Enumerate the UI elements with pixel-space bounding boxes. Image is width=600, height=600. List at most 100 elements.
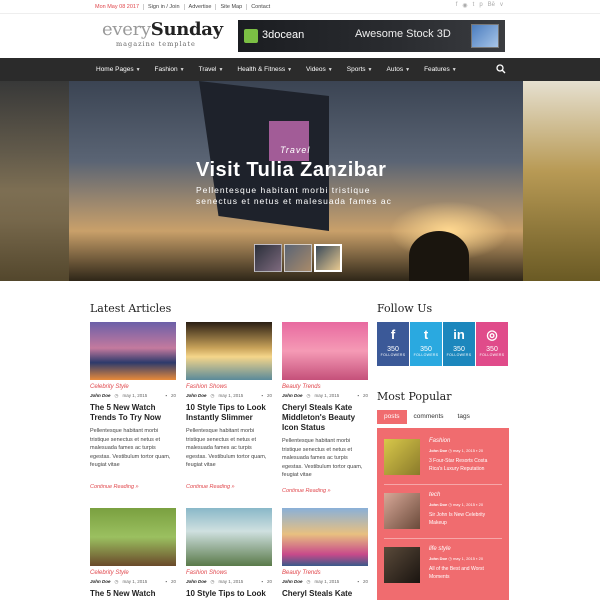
chevron-down-icon: ▼ [218, 67, 224, 73]
article-card[interactable]: Fashion Shows John Doe ◷ may 1, 2015 ▪ 20 10… [186, 322, 272, 490]
article-date: may 1, 2015 [314, 579, 340, 584]
article-author[interactable]: John Doe [90, 579, 111, 585]
chevron-down-icon: ▼ [405, 67, 411, 73]
article-title[interactable]: Cheryl Steals Kate [282, 589, 368, 599]
nav-home-pages[interactable]: Home Pages ▼ [96, 66, 141, 73]
social-icons: f ◉ t p Bē v [456, 2, 503, 9]
article-meta: John Doe ◷ may 1, 2015 ▪ 20 [186, 393, 272, 399]
search-icon[interactable] [496, 64, 506, 74]
article-category[interactable]: Beauty Trends [282, 570, 368, 576]
article-author[interactable]: John Doe [282, 393, 303, 399]
article-image[interactable] [282, 322, 368, 380]
nav-health-fitness[interactable]: Health & Fitness ▼ [237, 66, 292, 73]
nav-label: Fashion [154, 66, 178, 73]
slide-thumb-active[interactable] [314, 244, 342, 272]
article-card[interactable]: Celebrity Style John Doe ◷ may 1, 2015 ▪ 20 … [90, 322, 176, 490]
popular-author[interactable]: John Doe [429, 502, 447, 507]
popular-title[interactable]: All of the Best and Worst Moments [429, 565, 502, 581]
rss-icon[interactable]: ◉ [462, 2, 467, 9]
facebook-icon[interactable]: f [456, 2, 458, 9]
article-category[interactable]: Fashion Shows [186, 570, 272, 576]
contact-link[interactable]: Contact [247, 4, 274, 10]
article-category[interactable]: Fashion Shows [186, 384, 272, 390]
popular-author[interactable]: John Doe [429, 448, 447, 453]
article-author[interactable]: John Doe [90, 393, 111, 399]
popular-thumb[interactable] [384, 493, 420, 529]
nav-autos[interactable]: Autos ▼ [387, 66, 411, 73]
article-title[interactable]: 10 Style Tips to Look [186, 589, 272, 599]
article-card[interactable]: Beauty Trends John Doe ◷ may 1, 2015 ▪ 20 Ch… [282, 508, 368, 599]
article-card[interactable]: Fashion Shows John Doe ◷ may 1, 2015 ▪ 20 10… [186, 508, 272, 599]
article-author[interactable]: John Doe [186, 393, 207, 399]
ad-banner[interactable]: 3docean Awesome Stock 3D [238, 20, 505, 52]
twitter-follow-button[interactable]: t 350 FOLLOWERS [410, 322, 442, 366]
nav-sports[interactable]: Sports ▼ [347, 66, 373, 73]
popular-item[interactable]: life style John Doe ◷ may 1, 2015 ▪ 20 A… [384, 544, 502, 592]
site-map-link[interactable]: Site Map [216, 4, 248, 10]
article-title[interactable]: The 5 New Watch Trends To Try Now [90, 403, 176, 423]
follower-count: 350 [453, 346, 465, 353]
hero-title[interactable]: Visit Tulia Zanzibar [196, 159, 386, 182]
site-logo[interactable]: everySunday magazine template [102, 20, 223, 49]
continue-reading-link[interactable]: Continue Reading » [282, 488, 368, 494]
current-date: Mon May 08 2017 [95, 4, 145, 10]
popular-comments: 20 [478, 502, 484, 507]
slide-thumbnails [254, 244, 342, 272]
hero-subtitle-line: Pellentesque habitant morbi tristique [196, 185, 371, 195]
comment-icon: ▪ [165, 579, 167, 584]
popular-category[interactable]: tech [429, 492, 440, 498]
popular-title[interactable]: 3 Four-Star Resorts Costa Rica's Luxury … [429, 457, 502, 473]
tab-posts[interactable]: posts [377, 410, 407, 424]
article-category[interactable]: Celebrity Style [90, 384, 176, 390]
popular-item[interactable]: Fashion John Doe ◷ may 1, 2015 ▪ 20 3 Fo… [384, 436, 502, 484]
sign-in-link[interactable]: Sign in / Join [144, 4, 185, 10]
popular-thumb[interactable] [384, 439, 420, 475]
article-category[interactable]: Beauty Trends [282, 384, 368, 390]
article-author[interactable]: John Doe [186, 579, 207, 585]
nav-fashion[interactable]: Fashion ▼ [155, 66, 185, 73]
nav-videos[interactable]: Videos ▼ [306, 66, 333, 73]
popular-author[interactable]: John Doe [429, 556, 447, 561]
popular-category[interactable]: life style [429, 546, 451, 552]
nav-features[interactable]: Features ▼ [424, 66, 457, 73]
article-title[interactable]: 10 Style Tips to Look Instantly Slimmer [186, 403, 272, 423]
popular-thumb[interactable] [384, 547, 420, 583]
tab-comments[interactable]: comments [407, 410, 451, 424]
article-category[interactable]: Celebrity Style [90, 570, 176, 576]
vimeo-icon[interactable]: v [500, 2, 503, 9]
popular-date: may 1, 2015 [452, 448, 475, 453]
prev-slide-image[interactable] [0, 81, 69, 281]
article-title[interactable]: Cheryl Steals Kate Middleton's Beauty Ic… [282, 403, 368, 433]
article-author[interactable]: John Doe [282, 579, 303, 585]
pinterest-icon[interactable]: p [479, 2, 482, 9]
article-image[interactable] [282, 508, 368, 566]
article-image[interactable] [90, 322, 176, 380]
linkedin-follow-button[interactable]: in 350 FOLLOWERS [443, 322, 475, 366]
next-slide-image[interactable] [523, 81, 600, 281]
article-title[interactable]: The 5 New Watch [90, 589, 176, 599]
slide-thumb[interactable] [284, 244, 312, 272]
divider [384, 484, 502, 485]
article-card[interactable]: Celebrity Style John Doe ◷ may 1, 2015 ▪ 20 … [90, 508, 176, 599]
continue-reading-link[interactable]: Continue Reading » [186, 484, 272, 490]
nav-travel[interactable]: Travel ▼ [199, 66, 224, 73]
article-card[interactable]: Beauty Trends John Doe ◷ may 1, 2015 ▪ 20 Ch… [282, 322, 368, 494]
popular-item[interactable]: tech John Doe ◷ may 1, 2015 ▪ 20 Sir Joh… [384, 490, 502, 538]
article-image[interactable] [186, 322, 272, 380]
hero-category[interactable]: Travel [0, 145, 600, 155]
twitter-icon[interactable]: t [473, 2, 475, 9]
continue-reading-link[interactable]: Continue Reading » [90, 484, 176, 490]
hero-slider[interactable]: Travel Visit Tulia Zanzibar Pellentesque… [0, 81, 600, 281]
popular-title[interactable]: Sir John Is New Celebrity Makeup [429, 511, 502, 527]
tab-tags[interactable]: tags [451, 410, 477, 424]
slide-thumb[interactable] [254, 244, 282, 272]
article-meta: John Doe ◷ may 1, 2015 ▪ 20 [186, 579, 272, 585]
dribbble-follow-button[interactable]: ◎ 350 FOLLOWERS [476, 322, 508, 366]
popular-category[interactable]: Fashion [429, 438, 450, 444]
facebook-follow-button[interactable]: f 350 FOLLOWERS [377, 322, 409, 366]
article-image[interactable] [186, 508, 272, 566]
advertise-link[interactable]: Advertise [185, 4, 217, 10]
article-image[interactable] [90, 508, 176, 566]
follow-buttons: f 350 FOLLOWERS t 350 FOLLOWERS in 350 F… [377, 322, 508, 366]
behance-icon[interactable]: Bē [488, 2, 495, 9]
